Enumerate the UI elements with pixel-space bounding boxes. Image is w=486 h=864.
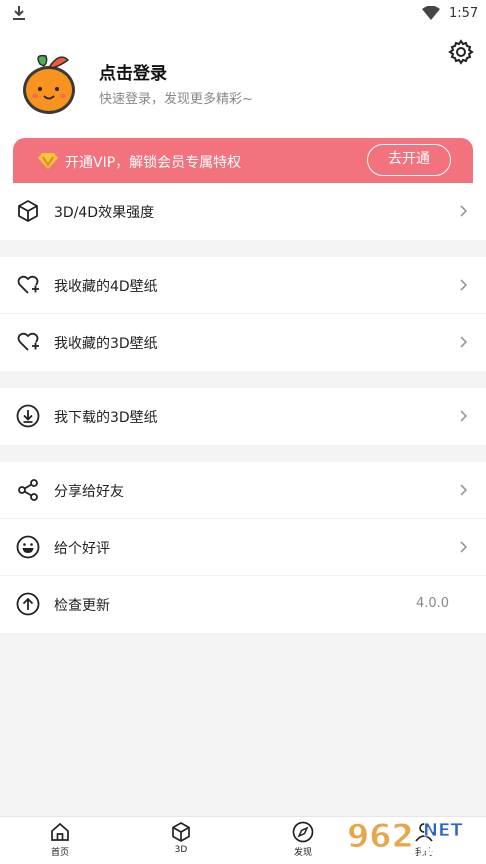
settings-gear-icon[interactable]: [448, 39, 474, 65]
chevron-right-icon: [460, 541, 468, 553]
menu-label: 检查更新: [54, 598, 110, 614]
chevron-right-icon: [460, 336, 468, 348]
wifi-icon: [422, 6, 440, 20]
login-title[interactable]: 点击登录: [99, 59, 167, 84]
watermark-logo: 962 NET 乐游网: [347, 817, 468, 861]
chevron-right-icon: [460, 484, 468, 496]
tab-home[interactable]: 首页: [30, 821, 90, 858]
tab-3d[interactable]: 3D: [151, 821, 211, 855]
cube-icon: [172, 822, 190, 842]
home-icon: [51, 822, 69, 841]
login-subtitle: 快速登录，发现更多精彩~: [99, 92, 253, 107]
menu-group-effect: 3D/4D效果强度: [0, 183, 486, 240]
menu-item-share[interactable]: 分享给好友: [0, 462, 486, 519]
heart-plus-icon: [17, 275, 39, 294]
orange-avatar-icon[interactable]: [20, 50, 78, 116]
svg-text:乐游网: 乐游网: [419, 841, 467, 860]
tab-label: 首页: [50, 848, 69, 858]
menu-group-favorites: 我收藏的4D壁纸 我收藏的3D壁纸: [0, 257, 486, 371]
menu-label: 分享给好友: [54, 484, 124, 500]
share-icon: [18, 479, 38, 501]
svg-text:962: 962: [347, 817, 414, 855]
chevron-right-icon: [460, 410, 468, 422]
svg-text:NET: NET: [423, 820, 463, 841]
menu-label: 3D/4D效果强度: [54, 205, 155, 221]
open-vip-button[interactable]: 去开通: [367, 144, 451, 176]
menu-group-misc: 分享给好友 给个好评 检查更新 4.0.0: [0, 462, 486, 633]
menu-item-favorite-3d[interactable]: 我收藏的3D壁纸: [0, 314, 486, 371]
clock: 1:57: [449, 6, 479, 21]
menu-item-effect-strength[interactable]: 3D/4D效果强度: [0, 183, 486, 240]
compass-icon: [292, 821, 314, 843]
upload-circle-icon: [16, 592, 40, 616]
menu-item-downloaded-3d[interactable]: 我下载的3D壁纸: [0, 388, 486, 445]
menu-item-rate[interactable]: 给个好评: [0, 519, 486, 576]
download-notification-icon: [13, 6, 25, 20]
menu-label: 我收藏的4D壁纸: [54, 279, 158, 295]
version-text: 4.0.0: [416, 596, 450, 611]
menu-label: 我下载的3D壁纸: [54, 410, 158, 426]
chevron-right-icon: [460, 279, 468, 291]
menu-item-check-update[interactable]: 检查更新 4.0.0: [0, 576, 486, 633]
smiley-icon: [16, 535, 40, 559]
vip-text: 开通VIP，解锁会员专属特权: [65, 155, 242, 171]
vip-banner[interactable]: 开通VIP，解锁会员专属特权 去开通: [13, 138, 473, 184]
vip-diamond-icon: [38, 153, 58, 169]
menu-label: 给个好评: [54, 541, 110, 557]
download-circle-icon: [16, 404, 40, 428]
chevron-right-icon: [460, 205, 468, 217]
menu-item-favorite-4d[interactable]: 我收藏的4D壁纸: [0, 257, 486, 314]
tab-label: 发现: [293, 848, 312, 858]
cube-icon: [18, 200, 38, 222]
profile-header: 点击登录 快速登录，发现更多精彩~ 开通VIP，解锁会员专属特权 去开通: [0, 28, 486, 184]
tab-label: 3D: [174, 845, 188, 855]
heart-plus-icon: [17, 332, 39, 351]
menu-group-downloads: 我下载的3D壁纸: [0, 388, 486, 445]
menu-label: 我收藏的3D壁纸: [54, 336, 158, 352]
status-bar: 1:57: [0, 0, 486, 28]
tab-discover[interactable]: 发现: [273, 821, 333, 858]
